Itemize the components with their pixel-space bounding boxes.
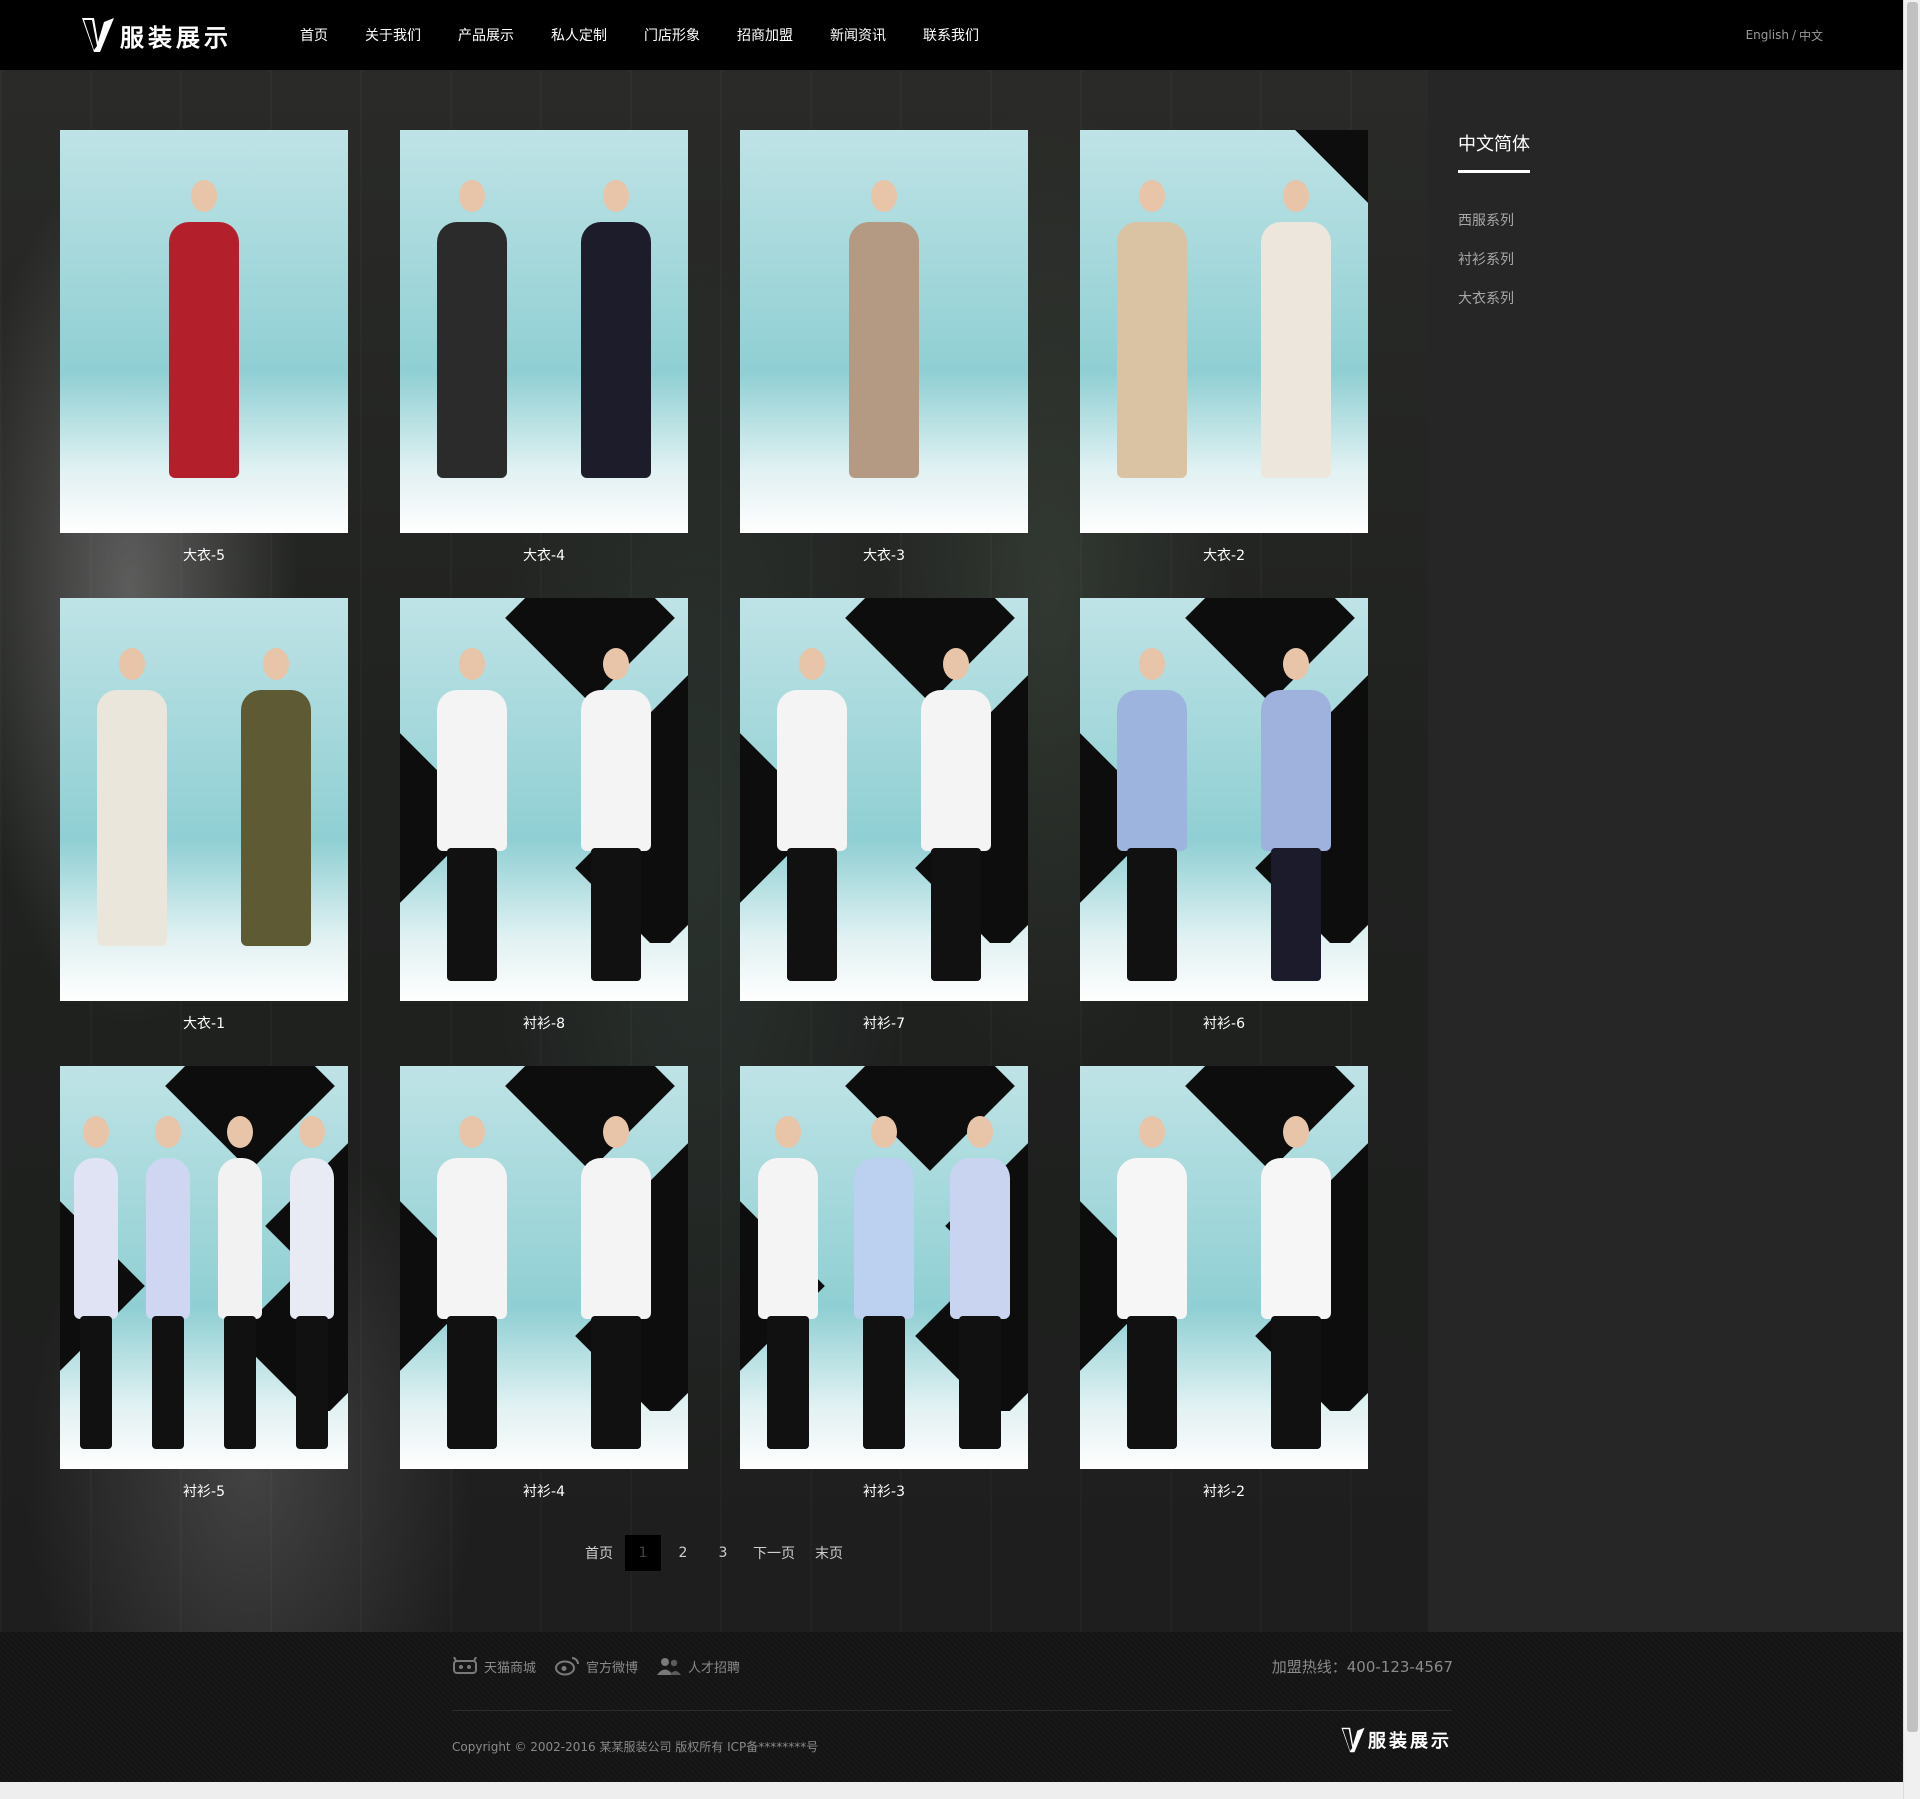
tmall-icon (453, 1657, 477, 1674)
product-title[interactable]: 大衣-2 (1080, 545, 1368, 565)
product-title[interactable]: 衬衫-6 (1080, 1013, 1368, 1033)
pager-first[interactable]: 首页 (577, 1535, 621, 1571)
product-card[interactable]: 大衣-4 (400, 130, 688, 575)
footer-divider (452, 1710, 1452, 1711)
product-image[interactable] (1080, 130, 1368, 533)
footer-link-label: 官方微博 (586, 1660, 639, 1676)
category-list: 西服系列 衬衫系列 大衣系列 (1458, 210, 1514, 327)
product-title[interactable]: 衬衫-7 (740, 1013, 1028, 1033)
pager-page-3[interactable]: 3 (705, 1535, 741, 1571)
logo-text: 服装展示 (120, 22, 232, 52)
nav-about[interactable]: 关于我们 (365, 25, 421, 45)
product-card[interactable]: 衬衫-8 (400, 598, 688, 1043)
product-image[interactable] (60, 598, 348, 1001)
product-image[interactable] (400, 130, 688, 533)
product-image[interactable] (1080, 598, 1368, 1001)
sidebar-item-coats[interactable]: 大衣系列 (1458, 288, 1514, 327)
nav-custom[interactable]: 私人定制 (551, 25, 607, 45)
franchise-hotline: 加盟热线：400-123-4567 (1271, 1658, 1453, 1676)
product-card[interactable]: 衬衫-2 (1080, 1066, 1368, 1511)
product-card[interactable]: 衬衫-6 (1080, 598, 1368, 1043)
product-title[interactable]: 衬衫-2 (1080, 1481, 1368, 1501)
product-card[interactable]: 衬衫-3 (740, 1066, 1028, 1511)
product-list-area: 大衣-5 大衣-4 大衣-3 大衣-2 大衣-1 衬衫-8 衬衫-7 衬衫-6 衬衫-5 衬衫-4… (0, 70, 1428, 1632)
copyright: Copyright © 2002-2016 某某服装公司 版权所有 ICP备**… (452, 1740, 819, 1754)
product-title[interactable]: 大衣-4 (400, 545, 688, 565)
product-card[interactable]: 衬衫-5 (60, 1066, 348, 1511)
users-icon (657, 1658, 682, 1675)
footer: 天猫商城 官方微博 人才招聘 加盟热线：400-123-4567 Copyrig (0, 1632, 1903, 1782)
footer-link-label: 天猫商城 (484, 1660, 537, 1676)
weibo-icon (555, 1657, 580, 1676)
footer-link-jobs[interactable]: 人才招聘 (656, 1656, 740, 1676)
nav-stores[interactable]: 门店形象 (644, 25, 700, 45)
pager-last[interactable]: 末页 (807, 1535, 851, 1571)
v-logo-icon (1341, 1727, 1365, 1753)
product-image[interactable] (400, 1066, 688, 1469)
product-image[interactable] (1080, 1066, 1368, 1469)
product-card[interactable]: 大衣-2 (1080, 130, 1368, 575)
pager-next[interactable]: 下一页 (745, 1535, 803, 1571)
footer-link-weibo[interactable]: 官方微博 (554, 1656, 638, 1676)
pager-page-1[interactable]: 1 (625, 1535, 661, 1571)
product-card[interactable]: 大衣-3 (740, 130, 1028, 575)
product-title[interactable]: 大衣-3 (740, 545, 1028, 565)
product-image[interactable] (740, 130, 1028, 533)
product-title[interactable]: 大衣-5 (60, 545, 348, 565)
sidebar: 中文简体 西服系列 衬衫系列 大衣系列 (1428, 70, 1903, 1632)
product-image[interactable] (60, 1066, 348, 1469)
lang-chinese[interactable]: 中文 (1799, 27, 1823, 44)
main-nav: 首页 关于我们 产品展示 私人定制 门店形象 招商加盟 新闻资讯 联系我们 (300, 0, 1016, 70)
product-image[interactable] (740, 598, 1028, 1001)
product-title[interactable]: 衬衫-4 (400, 1481, 688, 1501)
product-title[interactable]: 大衣-1 (60, 1013, 348, 1033)
footer-link-label: 人才招聘 (688, 1660, 741, 1676)
header: 服装展示 首页 关于我们 产品展示 私人定制 门店形象 招商加盟 新闻资讯 联系… (0, 0, 1903, 70)
product-card[interactable]: 大衣-1 (60, 598, 348, 1043)
product-title[interactable]: 衬衫-8 (400, 1013, 688, 1033)
product-card[interactable]: 衬衫-4 (400, 1066, 688, 1511)
sidebar-title: 中文简体 (1458, 130, 1530, 173)
product-title[interactable]: 衬衫-5 (60, 1481, 348, 1501)
lang-english[interactable]: English (1746, 28, 1789, 42)
sidebar-item-suits[interactable]: 西服系列 (1458, 210, 1514, 249)
product-image[interactable] (740, 1066, 1028, 1469)
product-image[interactable] (400, 598, 688, 1001)
nav-products[interactable]: 产品展示 (458, 25, 514, 45)
footer-link-tmall[interactable]: 天猫商城 (452, 1657, 536, 1676)
sidebar-item-shirts[interactable]: 衬衫系列 (1458, 249, 1514, 288)
footer-links: 天猫商城 官方微博 人才招聘 (452, 1654, 758, 1678)
nav-news[interactable]: 新闻资讯 (830, 25, 886, 45)
footer-logo: 服装展示 (1340, 1726, 1452, 1754)
site-logo[interactable]: 服装展示 (80, 16, 232, 54)
footer-logo-text: 服装展示 (1368, 1731, 1452, 1752)
pagination: 首页 1 2 3 下一页 末页 (0, 1535, 1428, 1571)
product-card[interactable]: 大衣-5 (60, 130, 348, 575)
vertical-scrollbar[interactable] (1903, 0, 1920, 1799)
product-image[interactable] (60, 130, 348, 533)
nav-home[interactable]: 首页 (300, 25, 328, 45)
lang-separator: / (1791, 28, 1796, 42)
product-card[interactable]: 衬衫-7 (740, 598, 1028, 1043)
nav-contact[interactable]: 联系我们 (923, 25, 979, 45)
v-logo-icon (82, 18, 114, 52)
pager-page-2[interactable]: 2 (665, 1535, 701, 1571)
language-switch: English / 中文 (1746, 0, 1823, 70)
scrollbar-thumb[interactable] (1907, 2, 1918, 1732)
nav-franchise[interactable]: 招商加盟 (737, 25, 793, 45)
page: 服装展示 首页 关于我们 产品展示 私人定制 门店形象 招商加盟 新闻资讯 联系… (0, 0, 1903, 1782)
product-title[interactable]: 衬衫-3 (740, 1481, 1028, 1501)
